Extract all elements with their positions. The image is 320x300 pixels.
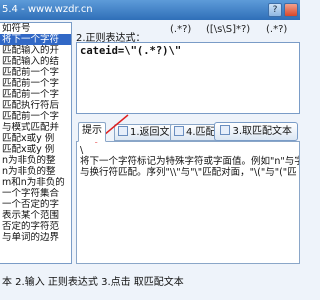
list-item[interactable]: 与单词的边界 bbox=[0, 232, 71, 243]
list-item[interactable]: 匹配前一个字 bbox=[0, 67, 71, 78]
list-item[interactable]: 匹配输入的开 bbox=[0, 45, 71, 56]
status-bar: 本 2.输入 正则表达式 3.点击 取匹配文本 bbox=[0, 266, 300, 300]
list-item[interactable]: 表示某个范围 bbox=[0, 210, 71, 221]
quick-insert-lazy-button[interactable]: (.*?) bbox=[170, 23, 191, 37]
hint-line: 与换行符匹配。序列"\\"与"\"匹配对面，"\("与"("匹 bbox=[80, 167, 297, 178]
regex-input[interactable]: cateid=\"(.*?)\" bbox=[76, 42, 300, 114]
list-item[interactable]: 匹配前一个字 bbox=[0, 89, 71, 100]
hint-line: 将下一个字符标记为特殊字符或字面值。例如"n"与字符"n" bbox=[80, 156, 299, 167]
hint-line: \ bbox=[80, 145, 84, 156]
title-bar: 5.4 - www.wzdr.cn ? bbox=[0, 0, 300, 20]
list-item[interactable]: 与模式匹配并 bbox=[0, 122, 71, 133]
document-icon bbox=[118, 126, 128, 136]
list-item[interactable]: 将下一个字符 bbox=[0, 34, 71, 45]
close-button[interactable] bbox=[284, 3, 298, 17]
list-item[interactable]: 一个否定的字 bbox=[0, 199, 71, 210]
hint-panel: \ 将下一个字符标记为特殊字符或字面值。例如"n"与字符"n" 与换行符匹配。序… bbox=[76, 141, 300, 264]
document-icon bbox=[220, 125, 231, 135]
list-item[interactable]: 匹配x或y 例 bbox=[0, 144, 71, 155]
list-item[interactable]: 匹配x或y 例 bbox=[0, 133, 71, 144]
get-match-text-label: 3.取匹配文本 bbox=[232, 126, 292, 137]
tab-hint[interactable]: 提示 bbox=[78, 122, 106, 142]
list-item[interactable]: 否定的字符范 bbox=[0, 221, 71, 232]
list-item[interactable]: n为非负的整 bbox=[0, 166, 71, 177]
list-item[interactable]: n为非负的整 bbox=[0, 155, 71, 166]
list-item[interactable]: 一个字符集合 bbox=[0, 188, 71, 199]
list-item[interactable]: 如符号 bbox=[0, 23, 71, 34]
list-item[interactable]: 匹配输入的结 bbox=[0, 56, 71, 67]
quick-insert-any-button[interactable]: ([\s\S]*?) bbox=[206, 23, 250, 37]
get-match-text-button[interactable]: 3.取匹配文本 bbox=[214, 122, 298, 141]
pattern-list[interactable]: 如符号 将下一个字符 匹配输入的开 匹配输入的结 匹配前一个字 匹配前一个字 匹配前一个字匹… bbox=[0, 22, 72, 264]
list-item[interactable]: 匹配执行符后 bbox=[0, 100, 71, 111]
quick-insert-lazy-button-2[interactable]: (.*?) bbox=[266, 23, 287, 37]
pattern-list-items: 如符号 将下一个字符 匹配输入的开 匹配输入的结 匹配前一个字 匹配前一个字 匹配前一个字匹… bbox=[0, 23, 71, 243]
window-title: 5.4 - www.wzdr.cn bbox=[2, 4, 93, 15]
help-button[interactable]: ? bbox=[268, 3, 282, 17]
list-item[interactable]: 匹配前一个字 bbox=[0, 78, 71, 89]
document-icon bbox=[174, 126, 184, 136]
list-item[interactable]: m和n为非负的 bbox=[0, 177, 71, 188]
tab-hint-label: 提示 bbox=[82, 125, 102, 136]
list-item[interactable]: 匹配前一个字 bbox=[0, 111, 71, 122]
